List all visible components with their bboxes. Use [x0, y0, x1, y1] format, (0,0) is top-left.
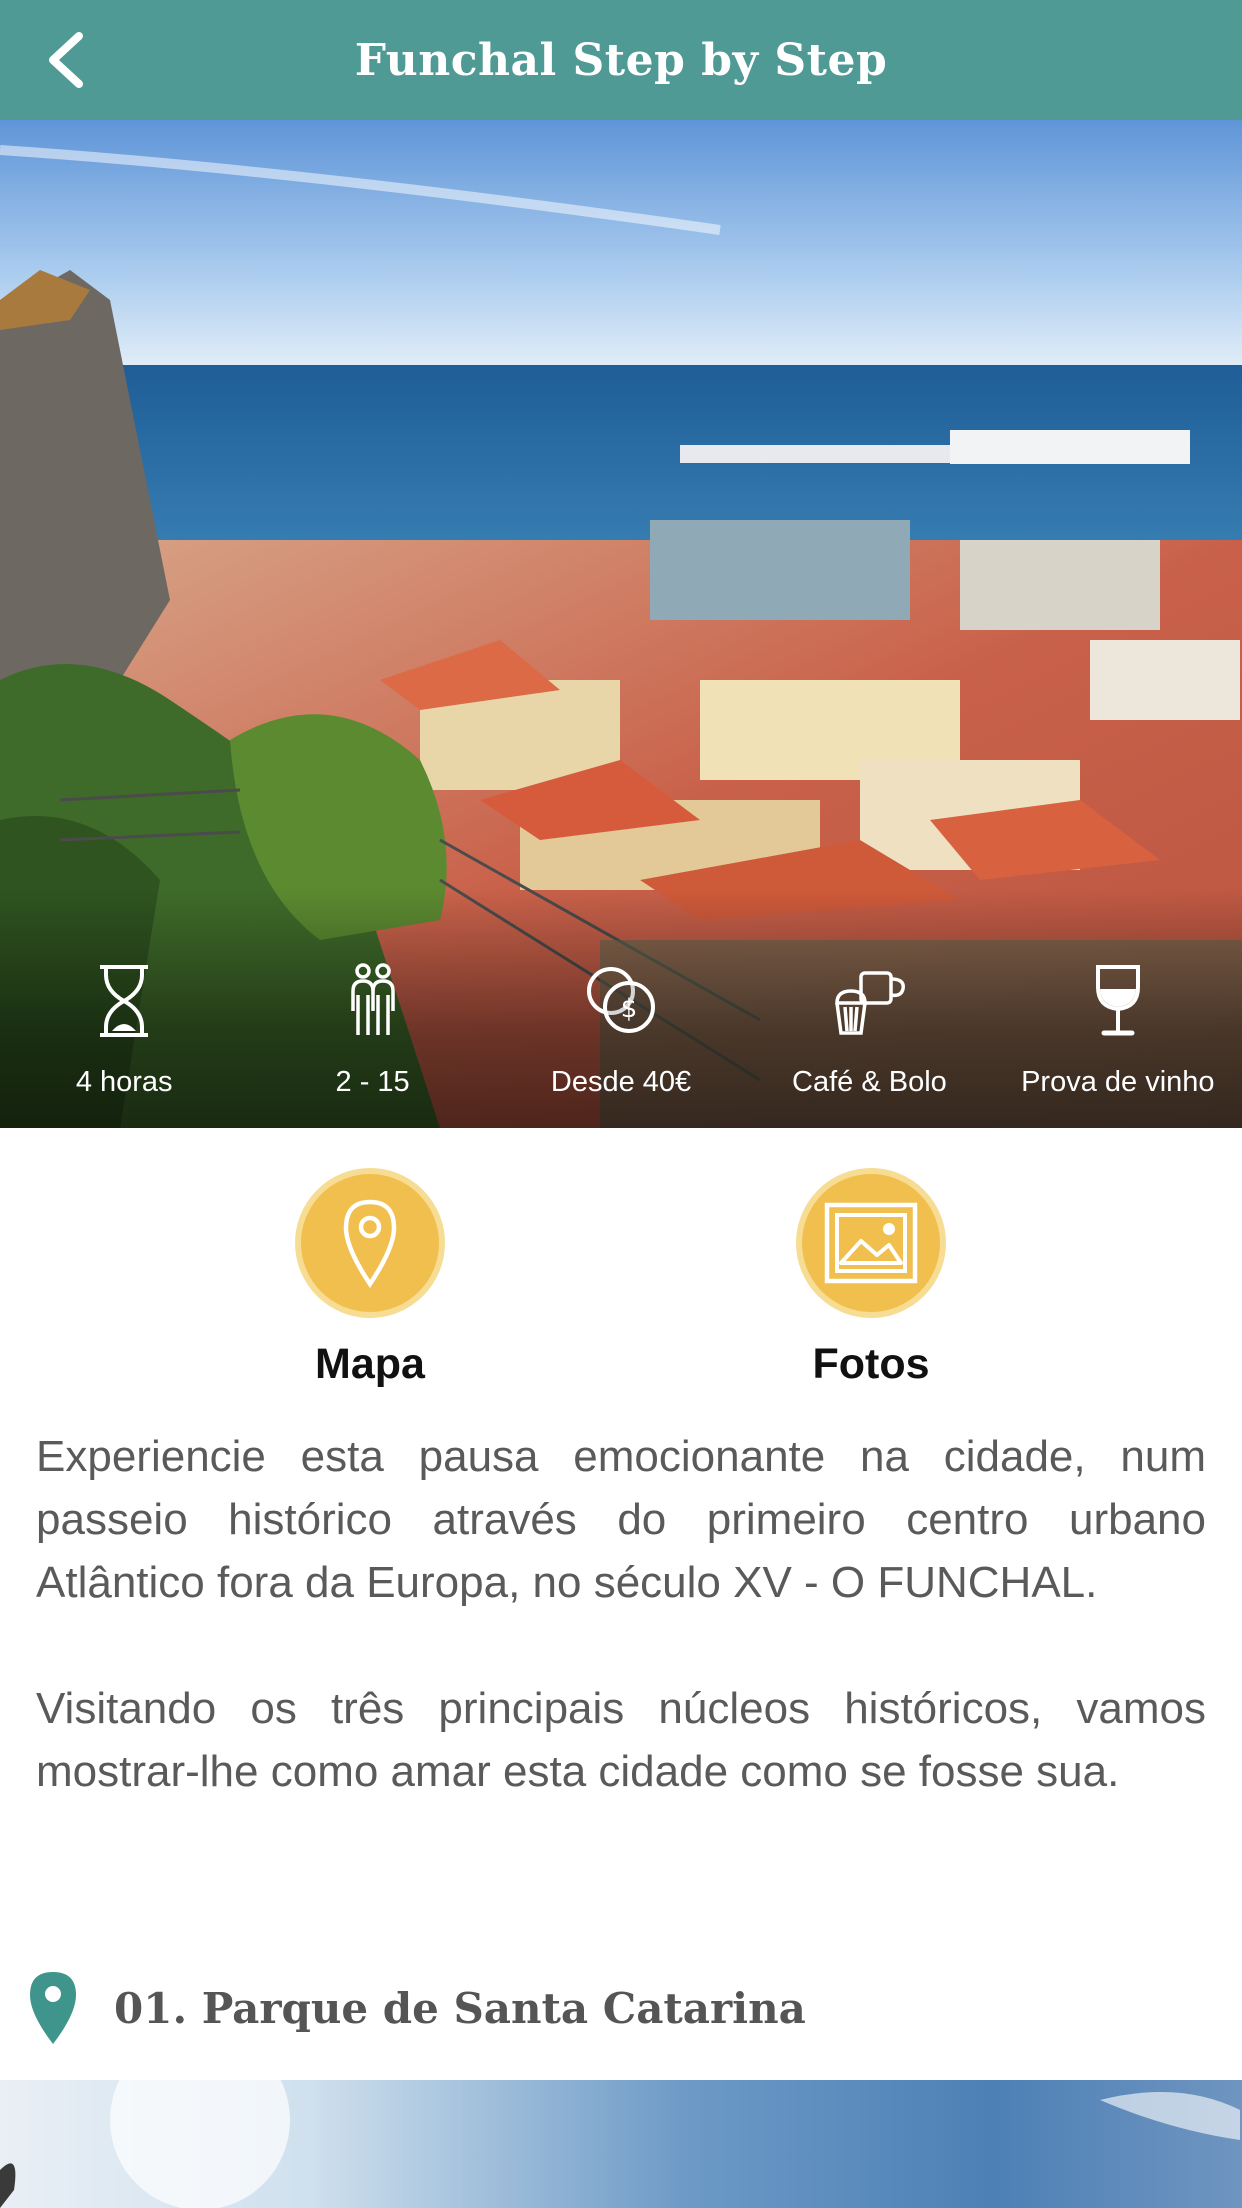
hero-image: 4 horas 2 - 15 $ Desde 40€ Café & Bolo P… — [0, 120, 1242, 1128]
map-label[interactable]: Mapa — [315, 1340, 425, 1389]
chevron-left-icon — [49, 32, 83, 88]
svg-text:$: $ — [621, 994, 638, 1024]
map-button-circle[interactable] — [295, 1168, 445, 1318]
wine-glass-icon — [1095, 965, 1140, 1036]
description-paragraph: Experiencie esta pausa emocionante na ci… — [36, 1432, 1206, 1607]
map-pin-icon — [343, 1199, 397, 1288]
tour-features: 4 horas 2 - 15 $ Desde 40€ Café & Bolo P… — [0, 950, 1242, 1128]
feature-price: $ Desde 40€ — [497, 950, 745, 1128]
page-title: Funchal Step by Step — [354, 34, 888, 86]
sky-photo — [0, 2080, 1240, 2208]
feature-label: Café & Bolo — [792, 1066, 947, 1098]
photos-button-circle[interactable] — [796, 1168, 946, 1318]
map-button[interactable]: Mapa — [240, 1168, 500, 1398]
feature-duration: 4 horas — [0, 950, 248, 1128]
back-button[interactable] — [30, 24, 100, 96]
feature-label: 4 horas — [75, 1066, 173, 1098]
feature-wine: Prova de vinho — [994, 950, 1242, 1128]
feature-label: 2 - 15 — [335, 1066, 410, 1098]
hourglass-icon — [100, 965, 149, 1037]
app-header: Funchal Step by Step — [0, 0, 1242, 120]
stop-image — [0, 2080, 1242, 2208]
coffee-cake-icon — [835, 971, 906, 1035]
feature-food: Café & Bolo — [745, 950, 993, 1128]
feature-label: Desde 40€ — [550, 1066, 692, 1098]
stop-title[interactable]: 01. Parque de Santa Catarina — [114, 1984, 806, 2033]
people-icon — [350, 963, 395, 1035]
feature-group-size: 2 - 15 — [248, 950, 496, 1128]
photo-icon — [824, 1202, 918, 1284]
photos-button[interactable]: Fotos — [741, 1168, 1001, 1398]
coins-icon: $ — [587, 967, 656, 1033]
stop-item[interactable]: 01. Parque de Santa Catarina — [28, 1968, 1218, 2048]
tour-description: Experiencie esta pausa emocionante na ci… — [36, 1425, 1206, 1866]
feature-label: Prova de vinho — [1021, 1066, 1215, 1098]
location-pin-icon — [30, 1972, 76, 2044]
photos-label[interactable]: Fotos — [812, 1340, 929, 1389]
action-buttons: Mapa Fotos — [0, 1168, 1242, 1398]
description-paragraph: Visitando os três principais núcleos his… — [36, 1684, 1206, 1796]
